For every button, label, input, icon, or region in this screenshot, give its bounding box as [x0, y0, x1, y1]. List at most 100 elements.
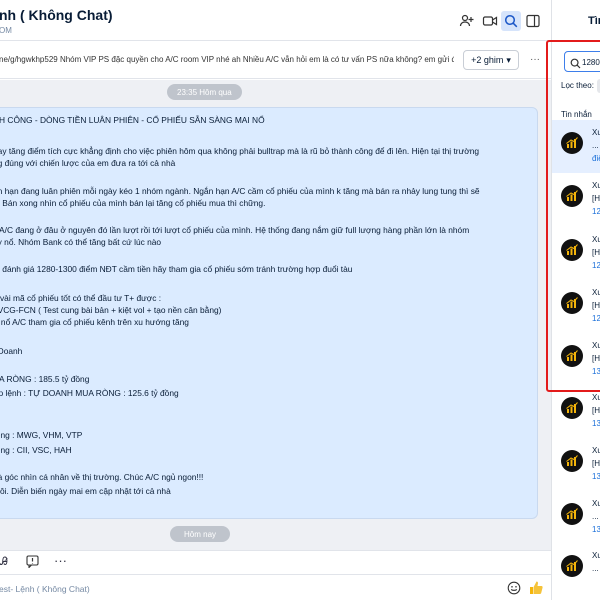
search-result-item[interactable]: Xu [H 12: [552, 280, 600, 333]
message-line: ư nổ A/C tham gia cổ phiếu kênh trên xu …: [0, 317, 189, 327]
chart-logo-icon: [566, 508, 578, 519]
pinned-message-text[interactable]: ne/g/hgwkhp529 Nhóm VIP PS đặc quyền cho…: [0, 55, 454, 64]
result-match: 13: [592, 367, 600, 376]
message-input-placeholder: est- Lệnh ( Không Chat): [0, 584, 90, 594]
more-pins-button[interactable]: +2 ghim ▾: [463, 50, 519, 70]
chat-header: nh ( Không Chat) OM: [0, 0, 551, 41]
avatar: [561, 132, 583, 154]
result-sender: Xu: [592, 341, 600, 350]
search-panel: Tìm Lọc theo: Tin nhắn Xu... TđiểXu[H12X…: [552, 0, 600, 600]
message-line: m đánh giá 1280-1300 điểm NĐT cầm tiền h…: [0, 264, 353, 274]
result-sender: Xu: [592, 235, 600, 244]
chart-logo-icon: [566, 244, 578, 255]
message-line: ng đúng với chiến lược của em đưa ra tới…: [0, 158, 176, 168]
chart-logo-icon: [566, 560, 578, 571]
search-result-item[interactable]: Xu ... T điể: [552, 120, 600, 173]
avatar: [561, 292, 583, 314]
search-result-item[interactable]: Xu [H 13: [552, 333, 600, 386]
more-options-icon[interactable]: ···: [530, 54, 540, 65]
message-line: nay tăng điểm tích cực khẳng định cho vi…: [0, 146, 480, 156]
search-result-item[interactable]: Xu...: [552, 543, 600, 596]
message-line: a. Bán xong nhìn cổ phiếu của mình bán l…: [0, 198, 266, 208]
timestamp-divider: 23:35 Hôm qua: [167, 84, 242, 100]
message-line: ày nổ. Nhóm Bank có thể tăng bất cứ lúc …: [0, 237, 162, 247]
result-sender: Xu: [592, 446, 600, 455]
message-line: ớp lệnh : TỰ DOANH MUA RÒNG : 125.6 tỷ đ…: [0, 388, 179, 398]
avatar: [561, 239, 583, 261]
chart-logo-icon: [566, 350, 578, 361]
emoji-icon[interactable]: [507, 581, 521, 600]
message-line: ắn hạn đang luân phiên mỗi ngày kéo 1 nh…: [0, 186, 480, 196]
message-line: / Doanh: [0, 346, 23, 356]
message-line: y A/C đang ở đâu ở nguyên đó lần lượt rồ…: [0, 225, 470, 235]
result-snippet: ...: [592, 512, 599, 521]
result-sender: Xu: [592, 181, 600, 190]
avatar: [561, 345, 583, 367]
result-match: 12: [592, 261, 600, 270]
quick-message-icon[interactable]: [26, 555, 39, 571]
result-sender: Xu: [592, 288, 600, 297]
message-input[interactable]: est- Lệnh ( Không Chat): [0, 574, 551, 600]
result-snippet: [H: [592, 459, 600, 468]
message-line: thôi. Diễn biến ngày mai em cập nhật tới…: [0, 486, 171, 496]
result-snippet: ... T: [592, 141, 600, 150]
result-snippet: [H: [592, 406, 600, 415]
result-match: 12: [592, 314, 600, 323]
message-line: 1 vài mã cổ phiếu tốt có thể đầu tư T+ đ…: [0, 293, 162, 303]
result-match: 13: [592, 525, 600, 534]
message-line: hà góc nhìn cá nhân về thị trường. Chúc …: [0, 472, 204, 482]
chevron-down-icon: ▾: [506, 54, 511, 65]
more-options-icon[interactable]: ···: [54, 553, 67, 568]
message-area[interactable]: 23:35 Hôm qua NH CÔNG - DÒNG TIỀN LUÂN P…: [0, 80, 551, 550]
avatar: [561, 503, 583, 525]
add-member-icon[interactable]: [457, 11, 477, 31]
more-pins-label: +2 ghim: [471, 55, 504, 65]
result-match: điể: [592, 154, 600, 163]
chart-logo-icon: [566, 137, 578, 148]
result-snippet: [H: [592, 248, 600, 257]
search-field[interactable]: [564, 51, 600, 72]
chat-window: nh ( Không Chat) OM ne/g/hgwkhp529 Nhóm …: [0, 0, 552, 600]
result-sender: Xu: [592, 499, 600, 508]
avatar: [561, 185, 583, 207]
result-match: 13: [592, 419, 600, 428]
message-line: ròng : CII, VSC, HAH: [0, 445, 72, 455]
chart-logo-icon: [566, 402, 578, 413]
sidebar-toggle-icon[interactable]: [523, 11, 543, 31]
thumbs-up-icon[interactable]: [529, 580, 543, 600]
chart-logo-icon: [566, 455, 578, 466]
result-snippet: [H: [592, 194, 600, 203]
result-snippet: [H: [592, 301, 600, 310]
message-line: UA RÒNG : 185.5 tỷ đồng: [0, 374, 90, 384]
search-result-item[interactable]: Xu [H 12: [552, 173, 600, 226]
result-sender: Xu: [592, 551, 600, 560]
result-sender: Xu: [592, 393, 600, 402]
chat-title[interactable]: nh ( Không Chat): [0, 7, 113, 23]
chat-subtitle: OM: [0, 26, 12, 35]
message-line: NH CÔNG - DÒNG TIỀN LUÂN PHIÊN - CỔ PHIẾ…: [0, 115, 265, 125]
message-line: ròng : MWG, VHM, VTP: [0, 430, 83, 440]
message-line: : VCG-FCN ( Test cung bài bản + kiệt vol…: [0, 305, 222, 315]
search-input[interactable]: [582, 55, 600, 69]
avatar: [561, 555, 583, 577]
search-result-item[interactable]: Xu [H 13: [552, 438, 600, 491]
result-sender: Xu: [592, 128, 600, 137]
search-result-item[interactable]: Xu [H 13: [552, 385, 600, 438]
pinned-bar[interactable]: ne/g/hgwkhp529 Nhóm VIP PS đặc quyền cho…: [0, 41, 551, 79]
result-snippet: [H: [592, 354, 600, 363]
timestamp-divider: Hôm nay: [170, 526, 231, 542]
search-result-item[interactable]: Xu [H 12: [552, 227, 600, 280]
chart-logo-icon: [566, 297, 578, 308]
message-bubble[interactable]: NH CÔNG - DÒNG TIỀN LUÂN PHIÊN - CỔ PHIẾ…: [0, 107, 538, 519]
result-match: 13: [592, 472, 600, 481]
video-call-icon[interactable]: [480, 11, 500, 31]
panel-title: Tìm: [588, 15, 600, 27]
composer-toolbar: Ꭿ̷ ···: [0, 550, 551, 574]
search-icon: [570, 56, 581, 74]
avatar: [561, 397, 583, 419]
chart-logo-icon: [566, 190, 578, 201]
filter-label: Lọc theo:: [561, 81, 594, 90]
search-icon[interactable]: [501, 11, 521, 31]
search-result-item[interactable]: Xu... 13: [552, 491, 600, 544]
format-text-icon[interactable]: Ꭿ̷: [0, 556, 8, 569]
